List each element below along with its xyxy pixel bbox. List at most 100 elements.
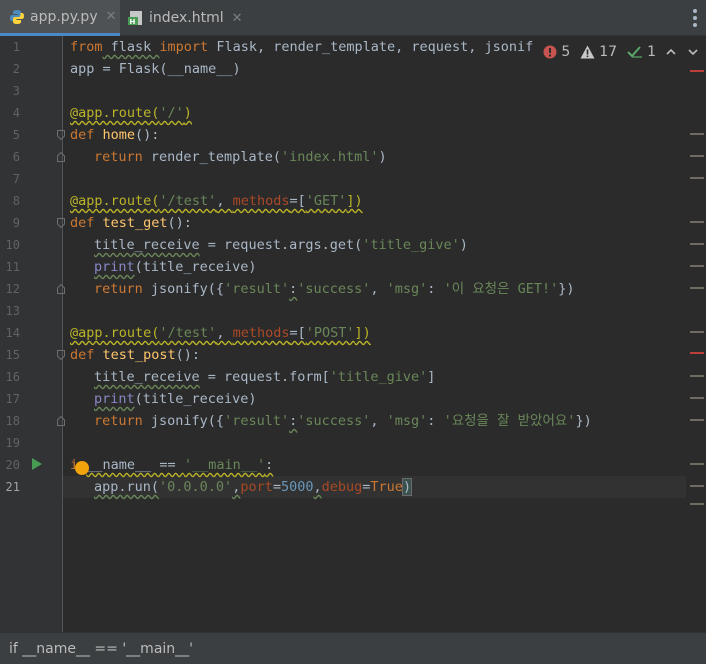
warning-stripe-marker[interactable]: [690, 133, 704, 135]
code-token: ():: [175, 347, 201, 363]
code-token: 5000: [280, 479, 314, 495]
code-line-2: app = Flask(__name__): [70, 58, 241, 80]
warning-stripe-marker[interactable]: [690, 463, 704, 465]
code-token: @app.route(: [70, 105, 160, 121]
typo-count-label: 1: [647, 44, 656, 60]
warning-stripe-marker[interactable]: [690, 419, 704, 421]
python-file-icon: [9, 9, 25, 25]
fold-marker-icon[interactable]: [57, 350, 65, 360]
code-token: return: [94, 149, 143, 165]
code-token: def: [70, 127, 103, 143]
code-token: debug: [321, 479, 363, 495]
code-line-5: def home():: [70, 124, 159, 146]
code-token: 'msg': [386, 281, 428, 297]
warning-icon: [580, 45, 595, 59]
code-token: (title_receive): [134, 391, 257, 407]
line-number: 7: [12, 172, 20, 186]
warning-stripe-marker[interactable]: [690, 265, 704, 267]
code-line-15: def test_post():: [70, 344, 200, 366]
error-count-label: 5: [561, 44, 571, 60]
code-token: ,: [313, 479, 322, 495]
fold-end-icon[interactable]: [57, 284, 65, 294]
line-number: 19: [5, 436, 20, 450]
code-token: jsonify({: [142, 413, 225, 429]
code-token: True: [370, 479, 403, 495]
code-token: print: [94, 259, 135, 275]
code-token: '/test': [159, 193, 217, 209]
fold-end-icon[interactable]: [57, 152, 65, 162]
code-token: '0.0.0.0': [159, 479, 233, 495]
warning-stripe-marker[interactable]: [690, 485, 704, 487]
code-editor[interactable]: 1 2 3 4 5 6 7 8 9 10 11 12 13 14 15 16 1…: [0, 36, 706, 632]
warning-stripe-marker[interactable]: [690, 287, 704, 289]
inspection-widget[interactable]: 5 17 1: [537, 42, 698, 62]
code-token: home: [102, 127, 136, 143]
svg-text:H: H: [130, 18, 136, 26]
code-token: ,: [216, 325, 233, 341]
line-number: 18: [5, 414, 20, 428]
code-token: def: [70, 347, 103, 363]
code-token: port: [240, 479, 273, 495]
code-token: test_post: [102, 347, 176, 363]
previous-highlight-icon[interactable]: [666, 44, 676, 60]
warning-stripe-marker[interactable]: [690, 375, 704, 377]
code-line-1: from flask import Flask, render_template…: [70, 36, 533, 58]
next-highlight-icon[interactable]: [688, 44, 698, 60]
close-tab-icon[interactable]: ✕: [232, 11, 243, 26]
error-count[interactable]: 5: [543, 44, 570, 60]
code-token: import: [159, 39, 209, 55]
code-token: ,: [216, 193, 233, 209]
line-number: 11: [5, 260, 20, 274]
code-line-9: def test_get():: [70, 212, 192, 234]
code-token: title_receive: [94, 369, 200, 385]
tab-app-py[interactable]: app.py.py ✕: [0, 0, 120, 36]
line-number: 20: [5, 458, 20, 472]
code-token: ]): [346, 193, 363, 209]
typo-count[interactable]: 1: [627, 44, 656, 60]
code-token: __name__ ==: [86, 457, 184, 473]
run-icon[interactable]: [31, 457, 43, 471]
warning-stripe-marker[interactable]: [690, 177, 704, 179]
warning-stripe-marker[interactable]: [690, 155, 704, 157]
line-number: 17: [5, 392, 20, 406]
more-options-icon[interactable]: [692, 9, 698, 27]
fold-marker-icon[interactable]: [57, 218, 65, 228]
line-number: 13: [5, 304, 20, 318]
line-number: 4: [12, 106, 20, 120]
code-token: ]): [354, 325, 371, 341]
editor-tab-bar: app.py.py ✕ H index.html ✕: [0, 0, 706, 36]
code-token: '요청을 잘 받았어요': [443, 413, 576, 429]
code-token: 'success': [297, 281, 371, 297]
warning-count[interactable]: 17: [580, 44, 617, 60]
fold-marker-icon[interactable]: [57, 130, 65, 140]
tab-index-html[interactable]: H index.html ✕: [128, 0, 248, 36]
breadcrumb[interactable]: if __name__ == '__main__': [9, 641, 193, 657]
line-number: 6: [12, 150, 20, 164]
warning-stripe-marker[interactable]: [690, 397, 704, 399]
code-token: def: [70, 215, 103, 231]
html-file-icon: H: [128, 10, 144, 26]
warning-stripe-marker[interactable]: [690, 331, 704, 333]
code-token: ): [401, 478, 413, 496]
code-token: ): [183, 105, 192, 121]
code-token: @app.route(: [70, 193, 160, 209]
line-number: 15: [5, 348, 20, 362]
warning-stripe-marker[interactable]: [690, 503, 704, 505]
close-tab-icon[interactable]: ✕: [106, 9, 117, 24]
code-token: =[: [289, 325, 306, 341]
line-number: 10: [5, 238, 20, 252]
line-number: 1: [12, 40, 20, 54]
warning-stripe-marker[interactable]: [690, 221, 704, 223]
warning-stripe-marker[interactable]: [690, 243, 704, 245]
error-stripe-marker[interactable]: [690, 70, 704, 72]
code-token: 'result': [224, 413, 290, 429]
tab-label: index.html: [149, 10, 224, 26]
line-number: 2: [12, 62, 20, 76]
code-line-14: @app.route('/test', methods=['POST']): [70, 322, 371, 344]
line-number: 3: [12, 84, 20, 98]
code-token: 'success': [297, 413, 371, 429]
fold-end-icon[interactable]: [57, 416, 65, 426]
code-token: jsonify({: [142, 281, 225, 297]
code-token: :: [427, 281, 444, 297]
error-stripe-marker[interactable]: [690, 352, 704, 354]
